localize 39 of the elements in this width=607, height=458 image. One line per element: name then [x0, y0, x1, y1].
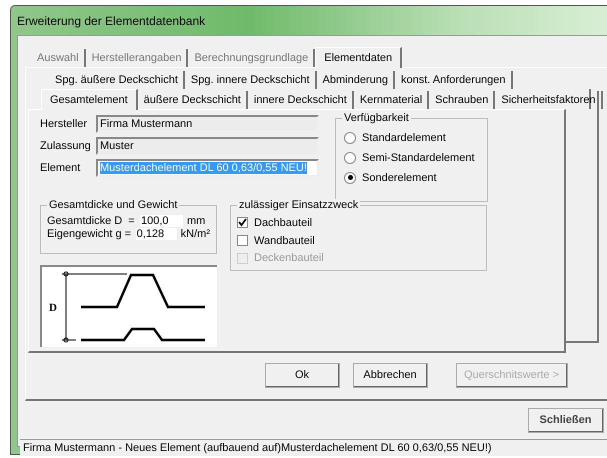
- tab[interactable]: Herstellerangaben: [86, 49, 188, 67]
- group-title: Gesamtdicke und Gewicht: [47, 199, 180, 211]
- status-bar: Firma Mustermann - Neues Element (aufbauend auf)Musterdachelement DL 60 0,63/0,55 NEU!): [20, 439, 607, 456]
- option-label: Dachbauteil: [254, 216, 312, 229]
- value-label: Eigengewicht g =: [47, 228, 132, 240]
- option-label: Deckenbauteil: [254, 252, 324, 264]
- value-field: 100,0: [140, 215, 183, 227]
- radio-button[interactable]: [344, 152, 356, 164]
- value-field: 0,128: [136, 228, 177, 240]
- tab[interactable]: Gesamtelement: [41, 89, 138, 110]
- option-label: Sonderelement: [362, 172, 437, 184]
- option-label: Standardelement: [362, 132, 446, 144]
- option-label: Semi-Standardelement: [362, 152, 475, 164]
- group-title: zulässiger Einsatzzweck: [237, 199, 360, 211]
- tab[interactable]: konst. Anforderungen: [394, 71, 513, 89]
- field-label: Zulassung: [40, 140, 92, 152]
- tab[interactable]: Spg. innere Deckschicht: [184, 71, 317, 89]
- dimension-label: D: [49, 302, 57, 314]
- field-label: Hersteller: [40, 118, 88, 130]
- option-label: Wandbauteil: [254, 234, 315, 246]
- unit-label: kN/m²: [180, 228, 210, 240]
- dimension-line: [62, 272, 128, 342]
- text-field[interactable]: Firma Mustermann: [96, 115, 319, 133]
- value-label: Gesamtdicke D =: [47, 215, 136, 227]
- window-title: Erweiterung der Elementdatenbank: [17, 14, 206, 28]
- tab[interactable]: Elementdaten: [315, 47, 402, 68]
- group-title: Verfügbarkeit: [342, 112, 411, 124]
- tab[interactable]: Auswahl: [31, 49, 86, 67]
- radio-button[interactable]: [344, 172, 356, 184]
- dialog-button[interactable]: Ok: [265, 363, 340, 388]
- field-label: Element: [40, 162, 82, 174]
- checkbox[interactable]: [237, 217, 248, 228]
- text-field[interactable]: Muster: [96, 137, 319, 155]
- close-button[interactable]: Schließen: [528, 408, 604, 433]
- unit-label: mm: [187, 215, 206, 227]
- tab[interactable]: Abminderung: [316, 71, 395, 89]
- radio-button[interactable]: [344, 132, 356, 144]
- checkbox[interactable]: [237, 235, 248, 246]
- dialog-button[interactable]: Abbrechen: [353, 363, 428, 388]
